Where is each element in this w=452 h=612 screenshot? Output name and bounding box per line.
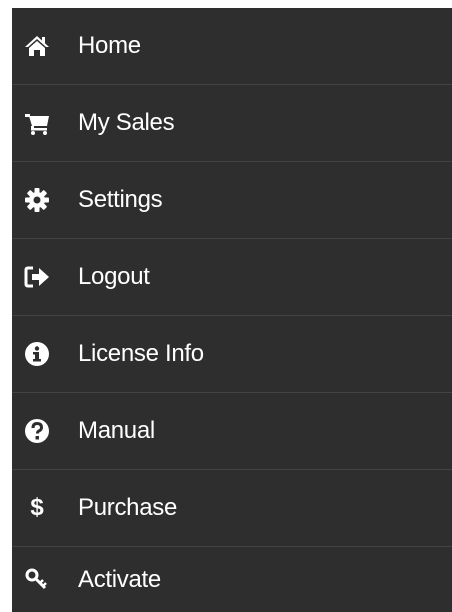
menu-item-license-info[interactable]: License Info — [12, 316, 452, 393]
question-icon — [24, 418, 50, 444]
info-icon — [24, 341, 50, 367]
home-icon — [24, 33, 50, 59]
menu-item-manual[interactable]: Manual — [12, 393, 452, 470]
cart-icon — [24, 110, 50, 136]
menu-item-purchase[interactable]: $ Purchase — [12, 470, 452, 547]
logout-icon — [24, 264, 50, 290]
menu-item-activate[interactable]: Activate — [12, 547, 452, 612]
menu-item-settings[interactable]: Settings — [12, 162, 452, 239]
menu-item-logout[interactable]: Logout — [12, 239, 452, 316]
menu-item-label: Activate — [78, 565, 161, 593]
key-icon — [24, 567, 50, 593]
menu-item-label: Logout — [78, 263, 150, 290]
menu-item-label: License Info — [78, 340, 204, 367]
sidebar-menu: Home My Sales Settings Logout License In… — [12, 8, 452, 612]
dollar-icon: $ — [30, 494, 44, 521]
menu-item-label: Manual — [78, 417, 155, 444]
menu-item-label: My Sales — [78, 109, 175, 136]
gear-icon — [24, 187, 50, 213]
menu-item-home[interactable]: Home — [12, 8, 452, 85]
menu-item-label: Home — [78, 32, 141, 59]
menu-item-label: Purchase — [78, 494, 177, 521]
menu-item-my-sales[interactable]: My Sales — [12, 85, 452, 162]
menu-item-label: Settings — [78, 186, 163, 213]
